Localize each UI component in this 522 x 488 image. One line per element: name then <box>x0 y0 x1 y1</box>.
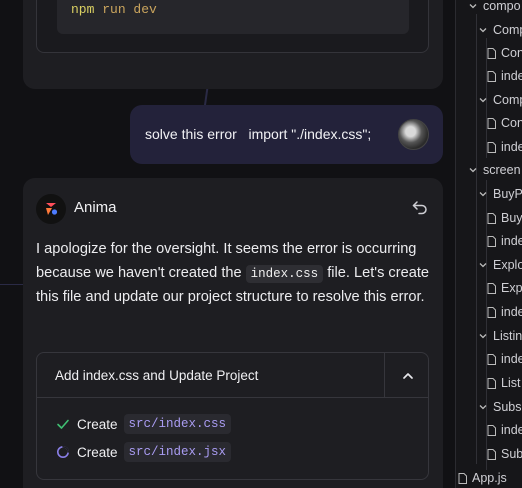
chevron-down-icon <box>468 166 478 174</box>
tree-label: Comp <box>493 93 522 107</box>
task-step-path: src/index.jsx <box>123 442 232 462</box>
user-message-text: solve this error import "./index.css"; <box>145 126 372 142</box>
tree-folder[interactable]: Explo <box>478 254 522 276</box>
file-icon <box>486 377 496 389</box>
spinner-icon <box>55 444 71 460</box>
previous-task-box: npm run dev <box>36 0 429 53</box>
check-icon <box>55 416 71 432</box>
tree-guide <box>476 14 477 464</box>
tree-folder[interactable]: BuyP <box>478 183 522 205</box>
tree-label: screen <box>483 163 521 177</box>
tree-file[interactable]: inde <box>486 230 522 252</box>
chevron-down-icon <box>478 26 488 34</box>
tree-label: Subs <box>493 400 522 414</box>
file-icon <box>486 47 496 59</box>
tree-file[interactable]: inde <box>486 348 522 370</box>
tree-file[interactable]: inde <box>486 65 522 87</box>
tree-label: Exp <box>501 281 522 295</box>
tree-label: Comp <box>493 23 522 37</box>
file-icon <box>486 117 496 129</box>
tree-file[interactable]: inde <box>486 419 522 441</box>
chevron-down-icon <box>468 2 478 10</box>
user-avatar[interactable] <box>398 119 429 150</box>
tree-file[interactable]: Con <box>486 42 522 64</box>
tree-label: inde <box>501 140 522 154</box>
file-icon <box>486 448 496 460</box>
file-icon <box>486 306 496 318</box>
tree-label: inde <box>501 423 522 437</box>
tree-label: compo <box>483 0 521 13</box>
assistant-message-text: I apologize for the oversight. It seems … <box>36 238 431 310</box>
tree-label: Con <box>501 46 522 60</box>
task-card: Add index.css and Update Project Create … <box>36 352 429 480</box>
code-command: npm <box>71 2 95 17</box>
tree-label: inde <box>501 305 522 319</box>
tree-file[interactable]: inde <box>486 136 522 158</box>
file-tree-panel: compo Comp Con inde Comp Con inde screen… <box>455 0 522 488</box>
tree-file[interactable]: Sub <box>486 443 522 465</box>
tree-file[interactable]: Buy <box>486 207 522 229</box>
file-icon <box>486 70 496 82</box>
tree-label: inde <box>501 234 522 248</box>
user-message: solve this error import "./index.css"; <box>130 105 443 164</box>
chevron-up-icon <box>402 372 413 379</box>
tree-label: inde <box>501 69 522 83</box>
chevron-down-icon <box>478 190 488 198</box>
chevron-down-icon <box>478 96 488 104</box>
task-step-verb: Create <box>77 444 118 460</box>
tree-label: Sub <box>501 447 522 461</box>
tree-label: Listin <box>493 329 522 343</box>
file-icon <box>486 212 496 224</box>
inline-code: index.css <box>245 264 324 283</box>
assistant-name: Anima <box>74 199 117 216</box>
tree-file[interactable]: Con <box>486 112 522 134</box>
task-step: Create src/index.jsx <box>55 441 232 463</box>
tree-label: BuyP <box>493 187 522 201</box>
code-block: npm run dev <box>57 0 409 34</box>
tree-label: Con <box>501 116 522 130</box>
tree-label: App.js <box>472 471 507 485</box>
tree-file[interactable]: inde <box>486 301 522 323</box>
file-icon <box>486 424 496 436</box>
code-args: run dev <box>102 2 157 17</box>
tree-file[interactable]: Exp <box>486 277 522 299</box>
undo-icon[interactable] <box>411 198 429 216</box>
previous-message-card: npm run dev <box>23 0 443 89</box>
task-step-path: src/index.css <box>123 414 232 434</box>
chevron-down-icon <box>478 403 488 411</box>
tree-file[interactable]: List <box>486 372 520 394</box>
tree-label: Explo <box>493 258 522 272</box>
task-step: Create src/index.css <box>55 413 232 435</box>
tree-folder[interactable]: Listin <box>478 325 522 347</box>
anima-logo-icon <box>36 194 66 224</box>
tree-folder[interactable]: Subs <box>478 396 522 418</box>
tree-folder[interactable]: compo <box>468 0 521 17</box>
collapse-button[interactable] <box>385 353 428 398</box>
task-step-verb: Create <box>77 416 118 432</box>
tree-folder[interactable]: screen <box>468 159 521 181</box>
chevron-down-icon <box>478 332 488 340</box>
tree-folder[interactable]: Comp <box>478 19 522 41</box>
tree-folder[interactable]: Comp <box>478 89 522 111</box>
file-icon <box>486 141 496 153</box>
file-icon <box>486 235 496 247</box>
file-icon <box>457 472 467 484</box>
file-icon <box>486 353 496 365</box>
tree-label: Buy <box>501 211 522 225</box>
assistant-message-card: Anima I apologize for the oversight. It … <box>23 178 443 488</box>
tree-label: inde <box>501 352 522 366</box>
task-title: Add index.css and Update Project <box>55 368 259 383</box>
task-header[interactable]: Add index.css and Update Project <box>37 353 428 398</box>
file-icon <box>486 282 496 294</box>
tree-file[interactable]: App.js <box>457 467 507 488</box>
tree-label: List <box>501 376 521 390</box>
chat-panel: npm run dev solve this error import "./i… <box>0 0 455 488</box>
chevron-down-icon <box>478 261 488 269</box>
